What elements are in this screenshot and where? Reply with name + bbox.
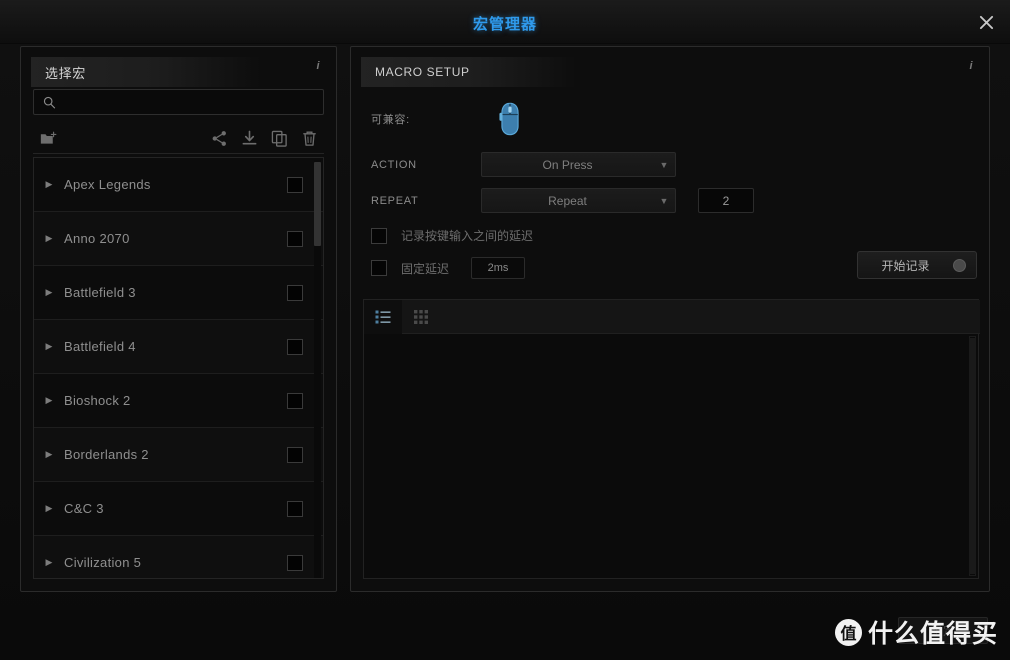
macro-list-item-checkbox[interactable]: [287, 554, 303, 571]
fixed-delay-input[interactable]: 2ms: [471, 257, 526, 279]
chevron-down-icon: ▼: [659, 159, 669, 170]
grid-view-tab[interactable]: [402, 300, 440, 334]
select-macro-panel: 选择宏 i ▶ Apex Legends ▶ Anno 2070 ▶ Battl…: [20, 46, 337, 592]
record-delay-checkbox[interactable]: [371, 227, 387, 244]
macro-list-item-checkbox[interactable]: [287, 392, 303, 409]
macro-list-item-label: Battlefield 4: [64, 339, 136, 354]
expand-arrow-icon[interactable]: ▶: [34, 395, 64, 406]
expand-arrow-icon[interactable]: ▶: [34, 341, 64, 352]
macro-list-item[interactable]: ▶ Borderlands 2: [34, 428, 323, 482]
action-row: ACTION On Press ▼: [371, 152, 676, 177]
macro-list-item[interactable]: ▶ Anno 2070: [34, 212, 323, 266]
macro-list-item-label: Bioshock 2: [64, 393, 131, 408]
expand-arrow-icon[interactable]: ▶: [34, 503, 64, 514]
new-folder-button[interactable]: [33, 127, 63, 151]
expand-arrow-icon[interactable]: ▶: [34, 233, 64, 244]
macro-manager-window: 宏管理器 选择宏 i ▶ Apex Legends ▶ Anno 2070 ▶ …: [0, 0, 1010, 660]
macro-list-item[interactable]: ▶ Battlefield 4: [34, 320, 323, 374]
macro-list-item[interactable]: ▶ Bioshock 2: [34, 374, 323, 428]
page-title: 宏管理器: [472, 16, 537, 33]
action-value: On Press: [542, 157, 593, 172]
macro-list-item-checkbox[interactable]: [287, 284, 303, 301]
macro-list-item[interactable]: ▶ Battlefield 3: [34, 266, 323, 320]
list-scrollbar-thumb[interactable]: [314, 162, 321, 246]
fixed-delay-checkbox[interactable]: [371, 260, 387, 276]
macro-setup-panel: MACRO SETUP i 可兼容: ACTION On Press ▼ REP…: [350, 46, 990, 592]
action-label: ACTION: [371, 158, 417, 171]
macro-list-item-label: C&C 3: [64, 501, 104, 516]
start-record-label: 开始记录: [881, 258, 930, 273]
compatible-label: 可兼容:: [371, 114, 410, 126]
fixed-delay-label: 固定延迟: [401, 261, 450, 276]
close-button[interactable]: [970, 6, 1002, 38]
repeat-count-input[interactable]: 2: [698, 188, 754, 213]
list-toolbar: [33, 124, 324, 154]
macro-list-item-label: Battlefield 3: [64, 285, 136, 300]
repeat-value: Repeat: [548, 193, 587, 208]
macro-list-item[interactable]: ▶ Civilization 5: [34, 536, 323, 578]
macro-list-item-checkbox[interactable]: [287, 500, 303, 517]
macro-list-item-checkbox[interactable]: [287, 446, 303, 463]
macro-list-item-label: Civilization 5: [64, 555, 142, 570]
record-delay-row: 记录按键输入之间的延迟: [371, 227, 533, 244]
view-tab-bar: [364, 299, 980, 334]
macro-list-item-label: Apex Legends: [64, 177, 151, 192]
share-button[interactable]: [204, 127, 234, 151]
duplicate-icon: [271, 130, 287, 147]
macro-list-item[interactable]: ▶ Apex Legends: [34, 158, 323, 212]
right-panel-header: MACRO SETUP: [361, 57, 576, 87]
mouse-icon: [499, 102, 519, 136]
macro-list-item-checkbox[interactable]: [287, 338, 303, 355]
expand-arrow-icon[interactable]: ▶: [34, 557, 64, 568]
content-scrollbar-thumb[interactable]: [969, 338, 976, 574]
share-icon: [212, 131, 226, 146]
record-delay-label: 记录按键输入之间的延迟: [401, 229, 534, 243]
macro-list-item-label: Borderlands 2: [64, 447, 149, 462]
import-icon: [242, 130, 256, 145]
macro-list-item-checkbox[interactable]: [287, 176, 303, 193]
list-view-icon: [375, 310, 391, 323]
macro-list-item-checkbox[interactable]: [287, 230, 303, 247]
record-dot-icon: [953, 258, 966, 272]
left-info-icon[interactable]: i: [311, 59, 325, 73]
close-icon: [979, 15, 993, 29]
watermark-logo: 值: [834, 618, 862, 646]
fixed-delay-row: 固定延迟 2ms: [371, 257, 526, 279]
search-box[interactable]: [33, 89, 324, 115]
search-input[interactable]: [63, 95, 323, 109]
macro-list-item-label: Anno 2070: [64, 231, 130, 246]
search-icon: [43, 96, 56, 108]
watermark-text: 什么值得买: [867, 620, 998, 648]
repeat-label: REPEAT: [371, 194, 419, 207]
macro-steps-area: [363, 299, 980, 579]
new-folder-icon: [40, 131, 56, 144]
right-info-icon[interactable]: i: [964, 59, 978, 73]
grid-view-icon: [414, 309, 428, 324]
duplicate-button[interactable]: [264, 127, 294, 151]
compatible-row: 可兼容:: [371, 102, 521, 136]
title-bar: 宏管理器: [0, 0, 1010, 44]
expand-arrow-icon[interactable]: ▶: [34, 287, 64, 298]
delete-icon: [302, 131, 316, 146]
list-view-tab[interactable]: [364, 299, 402, 334]
macro-game-list[interactable]: ▶ Apex Legends ▶ Anno 2070 ▶ Battlefield 3 ▶ Ba…: [33, 157, 324, 579]
import-button[interactable]: [234, 127, 264, 151]
repeat-row: REPEAT Repeat ▼ 2: [371, 188, 754, 213]
repeat-select[interactable]: Repeat ▼: [481, 188, 676, 213]
action-select[interactable]: On Press ▼: [481, 152, 676, 177]
start-record-button[interactable]: 开始记录: [857, 251, 977, 279]
delete-button[interactable]: [294, 127, 324, 151]
chevron-down-icon: ▼: [659, 195, 669, 206]
macro-list-item[interactable]: ▶ C&C 3: [34, 482, 323, 536]
right-panel-title: MACRO SETUP: [375, 65, 470, 79]
expand-arrow-icon[interactable]: ▶: [34, 449, 64, 460]
watermark: 值 什么值得买: [834, 614, 998, 650]
left-panel-title: 选择宏: [45, 65, 86, 81]
left-panel-header: 选择宏: [31, 57, 261, 87]
expand-arrow-icon[interactable]: ▶: [34, 179, 64, 190]
